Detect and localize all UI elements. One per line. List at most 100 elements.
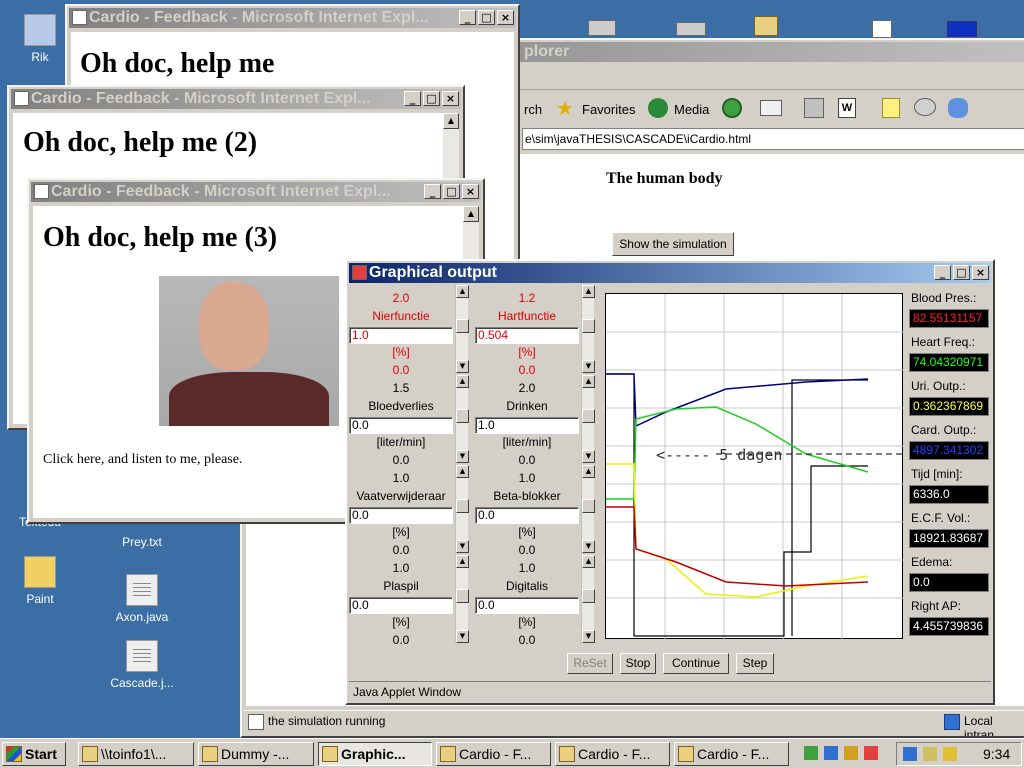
slider-value-field[interactable]: 0.0 — [475, 507, 579, 524]
slider-value-field[interactable]: 1.0 — [475, 417, 579, 434]
doctor-photo[interactable] — [159, 276, 339, 426]
history-icon[interactable] — [722, 98, 742, 118]
slider-value-field[interactable]: 0.0 — [349, 507, 453, 524]
slider-value-field[interactable]: 0.0 — [349, 417, 453, 434]
close-button[interactable]: × — [462, 184, 479, 199]
discuss-icon[interactable] — [914, 98, 936, 116]
slider-down-arrow-icon[interactable]: ▼ — [582, 450, 595, 463]
slider-down-arrow-icon[interactable]: ▼ — [582, 360, 595, 373]
stop-button[interactable]: Stop — [620, 653, 656, 674]
step-button[interactable]: Step — [736, 653, 774, 674]
slider-down-arrow-icon[interactable]: ▼ — [456, 630, 469, 643]
minimize-button[interactable]: _ — [404, 91, 421, 106]
slider-scrollbar[interactable]: ▲ ▼ — [455, 555, 469, 643]
print-icon[interactable] — [804, 98, 824, 118]
slider-thumb[interactable] — [582, 589, 595, 603]
scroll-up-arrow-icon[interactable]: ▲ — [443, 113, 459, 129]
close-button[interactable]: × — [972, 265, 989, 280]
slider-scrollbar[interactable]: ▲ ▼ — [581, 555, 595, 643]
slider-thumb[interactable] — [456, 589, 469, 603]
maximize-button[interactable]: □ — [443, 184, 460, 199]
close-button[interactable]: × — [497, 10, 514, 25]
minimize-button[interactable]: _ — [424, 184, 441, 199]
messenger-icon[interactable] — [948, 98, 968, 118]
monitor-icon[interactable] — [943, 747, 957, 761]
slider-value-field[interactable]: 0.504 — [475, 327, 579, 344]
slider-up-arrow-icon[interactable]: ▲ — [582, 465, 595, 478]
clock[interactable]: 9:34 — [983, 746, 1010, 762]
desktop-icon-top-1[interactable] — [588, 20, 616, 36]
favorites-star-icon[interactable]: ★ — [556, 96, 574, 121]
address-bar[interactable]: e\sim\javaTHESIS\CASCADE\iCardio.html — [522, 128, 1024, 150]
slider-scrollbar[interactable]: ▲ ▼ — [455, 465, 469, 553]
tray-icon-3[interactable] — [844, 746, 858, 760]
slider-thumb[interactable] — [582, 319, 595, 333]
slider-up-arrow-icon[interactable]: ▲ — [456, 465, 469, 478]
desktop-icon-top-2[interactable] — [676, 22, 706, 36]
task-button[interactable]: Cardio - F... — [555, 742, 670, 766]
graph-titlebar[interactable]: Graphical output — [349, 263, 991, 283]
slider-down-arrow-icon[interactable]: ▼ — [456, 360, 469, 373]
network-icon[interactable] — [903, 747, 917, 761]
feedback-2-titlebar[interactable]: Cardio - Feedback - Microsoft Internet E… — [11, 89, 461, 109]
desktop-icon-axon[interactable]: Axon.java — [102, 574, 182, 624]
slider-scrollbar[interactable]: ▲ ▼ — [581, 465, 595, 553]
tray-icon-4[interactable] — [864, 746, 878, 760]
reset-button[interactable]: ReSet — [567, 653, 613, 674]
maximize-button[interactable]: □ — [953, 265, 970, 280]
slider-value-field[interactable]: 1.0 — [349, 327, 453, 344]
slider-thumb[interactable] — [456, 319, 469, 333]
close-button[interactable]: × — [442, 91, 459, 106]
continue-button[interactable]: Continue — [663, 653, 729, 674]
slider-up-arrow-icon[interactable]: ▲ — [456, 555, 469, 568]
tray-icon-2[interactable] — [824, 746, 838, 760]
feedback-1-titlebar[interactable]: Cardio - Feedback - Microsoft Internet E… — [69, 8, 516, 28]
listen-link[interactable]: Click here, and listen to me, please. — [43, 452, 242, 468]
slider-up-arrow-icon[interactable]: ▲ — [582, 555, 595, 568]
maximize-button[interactable]: □ — [478, 10, 495, 25]
slider-scrollbar[interactable]: ▲ ▼ — [455, 375, 469, 463]
tray-icon-1[interactable] — [804, 746, 818, 760]
desktop-icon-top-5[interactable] — [946, 20, 978, 38]
volume-icon[interactable] — [923, 747, 937, 761]
slider-down-arrow-icon[interactable]: ▼ — [582, 540, 595, 553]
task-button[interactable]: Graphic... — [318, 742, 432, 766]
media-globe-icon[interactable] — [648, 98, 668, 118]
search-button[interactable]: rch — [524, 102, 542, 117]
minimize-button[interactable]: _ — [934, 265, 951, 280]
slider-thumb[interactable] — [456, 409, 469, 423]
desktop-icon-prey[interactable]: Prey.txt — [102, 535, 182, 549]
slider-up-arrow-icon[interactable]: ▲ — [456, 375, 469, 388]
task-button[interactable]: Dummy -... — [198, 742, 314, 766]
slider-up-arrow-icon[interactable]: ▲ — [582, 375, 595, 388]
slider-down-arrow-icon[interactable]: ▼ — [456, 450, 469, 463]
slider-scrollbar[interactable]: ▲ ▼ — [581, 375, 595, 463]
notes-icon[interactable] — [882, 98, 900, 118]
favorites-button[interactable]: Favorites — [582, 102, 635, 117]
desktop-icon-top-4[interactable] — [872, 20, 892, 38]
feedback-3-titlebar[interactable]: Cardio - Feedback - Microsoft Internet E… — [31, 182, 481, 202]
desktop-icon-cascade[interactable]: Cascade.j... — [102, 640, 182, 690]
task-button[interactable]: \\toinfo1\... — [78, 742, 194, 766]
slider-thumb[interactable] — [582, 499, 595, 513]
slider-thumb[interactable] — [582, 409, 595, 423]
start-button[interactable]: Start — [2, 742, 66, 766]
task-button[interactable]: Cardio - F... — [674, 742, 789, 766]
slider-thumb[interactable] — [456, 499, 469, 513]
desktop-icon-top-3[interactable] — [754, 16, 778, 36]
slider-scrollbar[interactable]: ▲ ▼ — [581, 285, 595, 373]
show-simulation-button[interactable]: Show the simulation — [612, 232, 734, 256]
scroll-up-arrow-icon[interactable]: ▲ — [463, 206, 479, 222]
slider-down-arrow-icon[interactable]: ▼ — [456, 540, 469, 553]
slider-up-arrow-icon[interactable]: ▲ — [582, 285, 595, 298]
task-button[interactable]: Cardio - F... — [436, 742, 551, 766]
desktop-icon-paint[interactable]: Paint — [0, 556, 80, 606]
slider-value-field[interactable]: 0.0 — [349, 597, 453, 614]
edit-icon[interactable]: W — [838, 98, 856, 118]
mail-icon[interactable] — [760, 100, 782, 116]
slider-value-field[interactable]: 0.0 — [475, 597, 579, 614]
media-button[interactable]: Media — [674, 102, 709, 117]
maximize-button[interactable]: □ — [423, 91, 440, 106]
minimize-button[interactable]: _ — [459, 10, 476, 25]
slider-down-arrow-icon[interactable]: ▼ — [582, 630, 595, 643]
